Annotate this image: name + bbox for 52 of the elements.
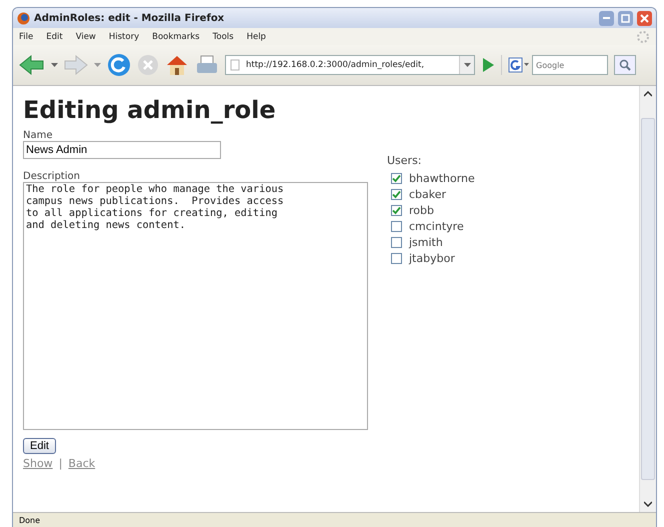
minimize-button[interactable]: [599, 10, 614, 26]
name-field[interactable]: News Admin: [23, 141, 221, 159]
checkbox[interactable]: [391, 172, 402, 184]
scroll-up-icon[interactable]: [644, 91, 652, 97]
back-icon[interactable]: [19, 54, 45, 76]
description-field[interactable]: The role for people who manage the various campus news publications. Provides access to all applications for creating, editing and deleting news content.: [23, 182, 368, 430]
user-name: cbaker: [409, 188, 446, 200]
user-name: cmcintyre: [409, 220, 464, 232]
user-name: jsmith: [409, 236, 443, 248]
printer-icon[interactable]: [195, 54, 219, 76]
user-name: robb: [409, 204, 434, 216]
checkbox[interactable]: [391, 236, 402, 248]
search-engine-icon[interactable]: [508, 57, 530, 73]
dropdown-icon[interactable]: [51, 62, 58, 68]
search-icon: [619, 59, 631, 71]
window-title: AdminRoles: edit - Mozilla Firefox: [34, 12, 224, 24]
user-name: jtabybor: [409, 252, 455, 264]
menu-item[interactable]: History: [108, 32, 140, 42]
status-text: Done: [19, 516, 40, 524]
maximize-button[interactable]: [618, 10, 633, 26]
go-icon[interactable]: [481, 57, 495, 73]
scroll-down-icon[interactable]: [644, 501, 652, 507]
field-label: Name: [23, 130, 54, 141]
show-link[interactable]: Show: [23, 457, 53, 470]
dropdown-icon[interactable]: [94, 62, 101, 68]
users-label: Users:: [387, 154, 423, 167]
menu-item[interactable]: View: [76, 32, 96, 42]
minimize-icon: [603, 17, 610, 19]
maximize-icon: [621, 14, 630, 22]
search-field[interactable]: Google: [532, 55, 608, 75]
checkbox[interactable]: [391, 204, 402, 216]
checkbox[interactable]: [391, 252, 402, 264]
edit-button[interactable]: Edit: [23, 438, 56, 454]
menu-item[interactable]: Help: [246, 32, 266, 42]
throbber-icon: [636, 30, 650, 44]
scrollbar[interactable]: [639, 86, 656, 512]
user-name: bhawthorne: [409, 172, 475, 184]
menu-item[interactable]: Edit: [46, 32, 63, 42]
search-button[interactable]: [614, 55, 636, 75]
close-button[interactable]: [637, 10, 652, 26]
close-icon: [640, 14, 649, 22]
menu-item[interactable]: Bookmarks: [152, 32, 200, 42]
field-label: Description: [23, 171, 81, 182]
page-heading: Editing admin_role: [23, 96, 277, 124]
reload-icon[interactable]: [107, 53, 131, 77]
home-icon[interactable]: [165, 54, 189, 76]
checkbox[interactable]: [391, 188, 402, 200]
back-link[interactable]: Back: [68, 457, 96, 470]
link-separator: |: [58, 457, 62, 470]
checkbox[interactable]: [391, 220, 402, 232]
menu-item[interactable]: Tools: [212, 32, 234, 42]
menu-item[interactable]: File: [19, 32, 34, 42]
